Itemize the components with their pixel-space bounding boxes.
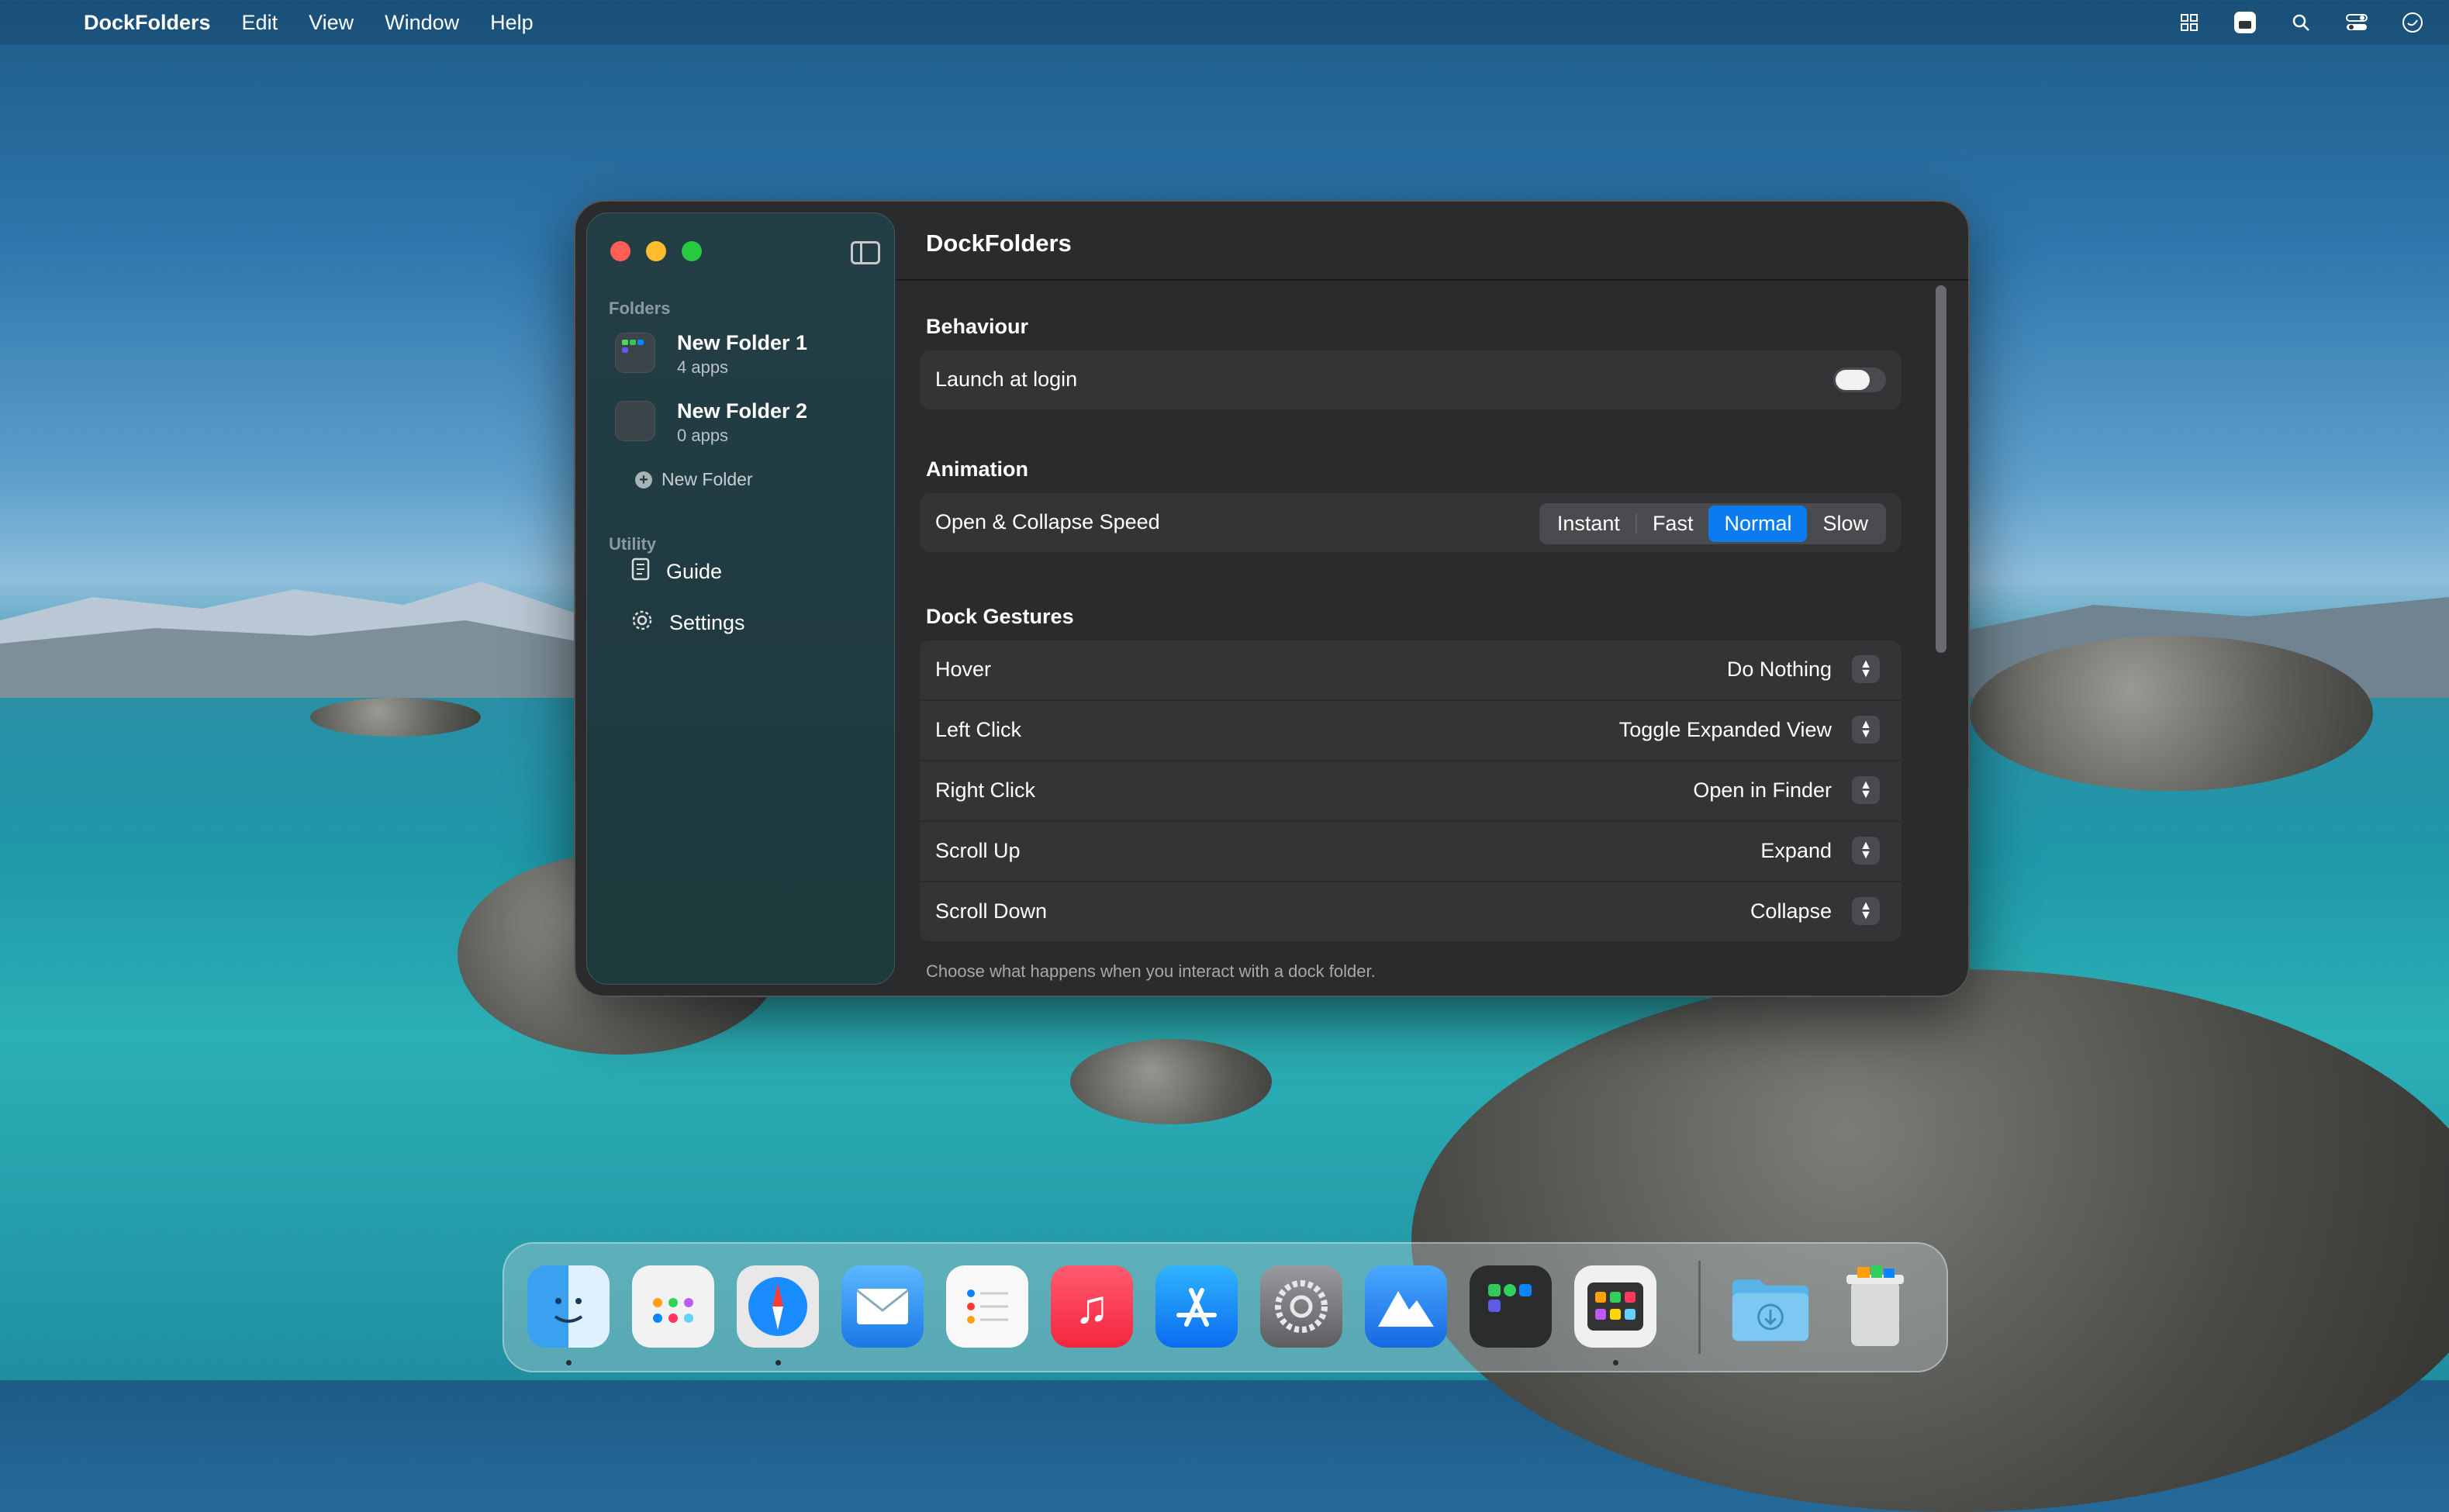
- sidebar: Folders New Folder 1 4 apps New Folder 2…: [586, 212, 895, 985]
- folder-thumbnail-icon: [615, 333, 655, 373]
- menu-edit[interactable]: Edit: [242, 11, 278, 35]
- new-folder-button[interactable]: + New Folder: [635, 469, 753, 490]
- rock: [1070, 1039, 1272, 1124]
- gesture-label: Hover: [935, 658, 992, 681]
- sidebar-item-new-folder-2[interactable]: New Folder 2 0 apps: [615, 396, 879, 450]
- trash-icon[interactable]: [1834, 1265, 1916, 1348]
- running-indicator: [775, 1360, 781, 1365]
- gesture-value[interactable]: Expand: [1760, 839, 1832, 863]
- downloads-folder-icon[interactable]: [1729, 1265, 1812, 1348]
- rock: [1411, 969, 2449, 1512]
- folder-app-count: 0 apps: [677, 426, 729, 445]
- sidebar-item-label: Guide: [666, 560, 723, 583]
- sidebar-item-new-folder-1[interactable]: New Folder 1 4 apps: [615, 328, 879, 382]
- folder-name: New Folder 2: [677, 399, 808, 423]
- close-window-button[interactable]: [610, 241, 630, 261]
- gesture-row-hover: Hover Do Nothing ▲ ▼: [920, 640, 1902, 701]
- gesture-row-right-click: Right Click Open in Finder ▲ ▼: [920, 761, 1902, 822]
- utility-section-label: Utility: [609, 534, 657, 554]
- gear-icon: [630, 609, 654, 637]
- dockfolders-window: Folders New Folder 1 4 apps New Folder 2…: [574, 200, 1970, 997]
- gesture-value[interactable]: Collapse: [1750, 899, 1832, 923]
- menu-window[interactable]: Window: [385, 11, 459, 35]
- popup-chevron-icon[interactable]: ▲ ▼: [1852, 655, 1880, 683]
- menu-bar: DockFolders Edit View Window Help: [0, 0, 2449, 45]
- search-icon[interactable]: [2288, 9, 2314, 36]
- folder-name: New Folder 1: [677, 331, 808, 354]
- gesture-label: Left Click: [935, 718, 1022, 741]
- launchpad-icon[interactable]: [632, 1265, 714, 1348]
- behaviour-heading: Behaviour: [926, 315, 1029, 338]
- window-grid-icon[interactable]: [2176, 9, 2202, 36]
- dock-gestures-group: Hover Do Nothing ▲ ▼ Left Click Toggle Ex…: [920, 640, 1902, 941]
- gesture-value[interactable]: Open in Finder: [1693, 778, 1832, 803]
- gesture-row-scroll-up: Scroll Up Expand ▲ ▼: [920, 822, 1902, 882]
- running-indicator: [566, 1360, 572, 1365]
- dock: ♫: [503, 1242, 1948, 1372]
- sidebar-item-guide[interactable]: Guide: [630, 558, 722, 586]
- speed-segmented-control: Instant Fast Normal Slow: [1539, 503, 1886, 544]
- app-store-icon[interactable]: [1155, 1265, 1238, 1348]
- music-icon[interactable]: ♫: [1051, 1265, 1133, 1348]
- finder-icon[interactable]: [527, 1265, 610, 1348]
- speed-option-slow[interactable]: Slow: [1807, 506, 1884, 542]
- launch-at-login-row: Launch at login: [920, 350, 1902, 409]
- popup-chevron-icon[interactable]: ▲ ▼: [1852, 897, 1880, 925]
- zoom-window-button[interactable]: [682, 241, 702, 261]
- popup-chevron-icon[interactable]: ▲ ▼: [1852, 776, 1880, 804]
- sidebar-toggle-icon[interactable]: [851, 241, 880, 264]
- gesture-label: Right Click: [935, 778, 1036, 802]
- gesture-label: Scroll Up: [935, 839, 1021, 862]
- rock: [310, 698, 481, 737]
- new-folder-label: New Folder: [661, 469, 753, 489]
- rock: [1970, 636, 2373, 791]
- dock-gestures-heading: Dock Gestures: [926, 605, 1074, 628]
- gesture-row-scroll-down: Scroll Down Collapse ▲ ▼: [920, 882, 1902, 941]
- dock-separator: [1698, 1261, 1701, 1354]
- system-settings-icon[interactable]: [1260, 1265, 1342, 1348]
- folder-app-count: 4 apps: [677, 357, 729, 377]
- speed-option-instant[interactable]: Instant: [1542, 506, 1636, 542]
- gesture-label: Scroll Down: [935, 899, 1048, 923]
- launch-at-login-label: Launch at login: [935, 368, 1078, 391]
- animation-group: Open & Collapse Speed Instant Fast Norma…: [920, 493, 1902, 552]
- popup-chevron-icon[interactable]: ▲ ▼: [1852, 837, 1880, 865]
- guide-icon: [630, 558, 651, 586]
- gesture-row-left-click: Left Click Toggle Expanded View ▲ ▼: [920, 701, 1902, 761]
- speed-label: Open & Collapse Speed: [935, 510, 1160, 533]
- folder-group-icon[interactable]: [1470, 1265, 1552, 1348]
- behaviour-group: Launch at login: [920, 350, 1902, 409]
- sidebar-item-label: Settings: [669, 611, 745, 634]
- scrollbar[interactable]: [1936, 285, 1946, 653]
- popup-chevron-icon[interactable]: ▲ ▼: [1852, 716, 1880, 744]
- speed-option-normal[interactable]: Normal: [1708, 506, 1808, 542]
- control-center-icon[interactable]: [2344, 9, 2370, 36]
- safari-icon[interactable]: [737, 1265, 819, 1348]
- folder-thumbnail-icon: [615, 401, 655, 441]
- menu-bar-extras: [2176, 0, 2426, 45]
- menu-help[interactable]: Help: [490, 11, 534, 35]
- window-title: DockFolders: [926, 230, 1072, 257]
- gesture-value[interactable]: Do Nothing: [1727, 658, 1832, 682]
- menu-view[interactable]: View: [309, 11, 354, 35]
- animation-heading: Animation: [926, 457, 1028, 481]
- launch-at-login-toggle[interactable]: [1833, 368, 1886, 392]
- speed-option-fast[interactable]: Fast: [1637, 506, 1709, 542]
- launcher-icon[interactable]: [1574, 1265, 1656, 1348]
- gestures-footnote: Choose what happens when you interact wi…: [926, 961, 1376, 981]
- dockfolders-status-icon[interactable]: [2232, 9, 2258, 36]
- folders-section-label: Folders: [609, 299, 671, 318]
- minimize-window-button[interactable]: [646, 241, 666, 261]
- mail-icon[interactable]: [841, 1265, 924, 1348]
- sidebar-item-settings[interactable]: Settings: [630, 609, 745, 637]
- running-indicator: [1613, 1360, 1618, 1365]
- menu-app-name[interactable]: DockFolders: [84, 11, 211, 35]
- plus-icon: +: [635, 471, 652, 488]
- speed-row: Open & Collapse Speed Instant Fast Norma…: [920, 493, 1902, 552]
- siri-icon[interactable]: [2399, 9, 2426, 36]
- settings-content: Behaviour Launch at login Animation Open…: [895, 281, 1968, 996]
- gesture-value[interactable]: Toggle Expanded View: [1619, 718, 1832, 742]
- reminders-icon[interactable]: [946, 1265, 1028, 1348]
- dockfolders-icon[interactable]: [1365, 1265, 1447, 1348]
